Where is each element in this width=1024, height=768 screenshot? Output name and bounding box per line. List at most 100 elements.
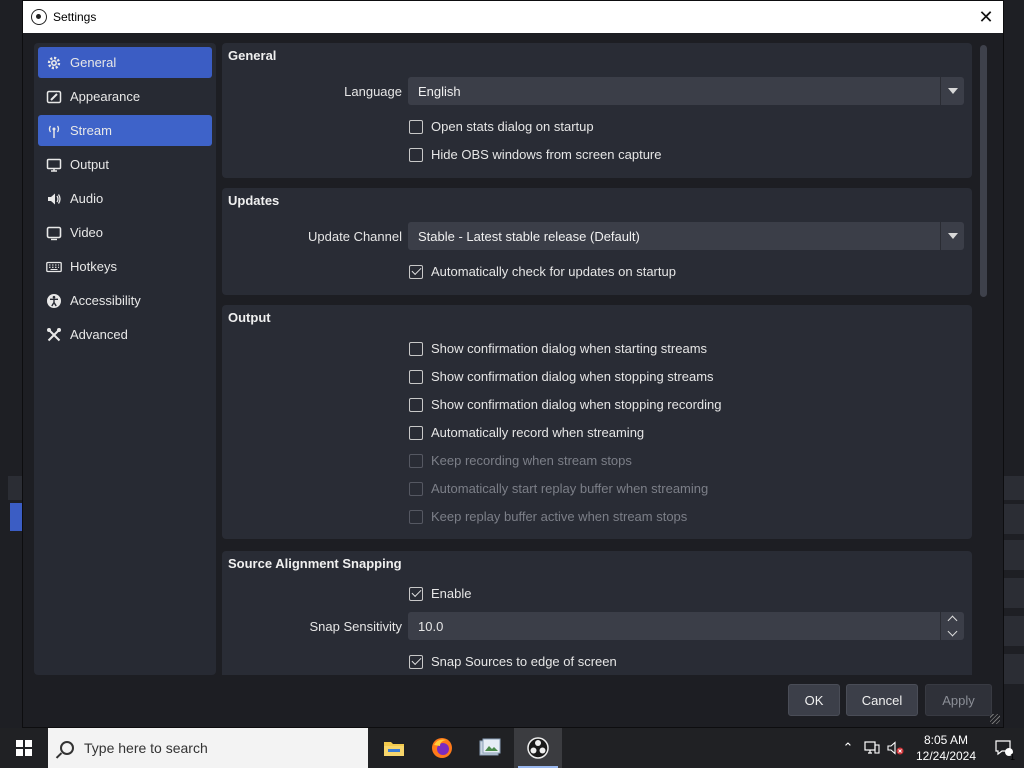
chevron-down-icon [940,77,964,105]
obs-main-window-right [1002,0,1024,728]
clock-time: 8:05 AM [923,733,969,747]
checkbox-box [409,119,423,134]
keep-replay-buffer-checkbox: Keep replay buffer active when stream st… [409,509,687,524]
checkbox-box [409,425,423,440]
photos-taskbar-button[interactable] [466,728,514,768]
firefox-taskbar-button[interactable] [418,728,466,768]
firefox-icon [432,738,452,758]
hide-obs-checkbox[interactable]: Hide OBS windows from screen capture [409,147,661,162]
update-channel-dropdown[interactable]: Stable - Latest stable release (Default) [408,222,964,250]
screen-icon [46,225,62,241]
auto-check-updates-checkbox[interactable]: Automatically check for updates on start… [409,264,676,279]
snap-sensitivity-value: 10.0 [418,618,444,634]
volume-muted-icon[interactable] [884,728,908,768]
sidebar-item-advanced[interactable]: Advanced [38,319,212,350]
checkbox-label: Show confirmation dialog when starting s… [431,341,708,356]
checkbox-label: Hide OBS windows from screen capture [431,147,662,162]
sidebar-item-label: Stream [70,123,112,138]
resize-grip-icon[interactable] [990,714,1000,724]
checkbox-label: Enable [431,586,472,601]
updates-group: Updates Update Channel Stable - Latest s… [222,188,972,295]
content-scrollbar[interactable] [979,43,989,675]
image-viewer-icon [479,738,501,756]
checkbox-label: Open stats dialog on startup [431,119,594,134]
network-icon[interactable] [860,728,884,768]
bg-panel-row [1004,616,1024,646]
checkbox-box [409,397,423,412]
bg-panel-row [1004,504,1024,534]
confirm-start-stream-checkbox[interactable]: Show confirmation dialog when starting s… [409,341,707,356]
speaker-icon [46,191,62,207]
obs-logo-icon [31,9,47,25]
clock-date: 12/24/2024 [915,749,977,763]
notification-count: 1 [1009,752,1015,762]
settings-content: General Language English Open stats dial… [220,43,975,675]
settings-dialog: Settings ✕ General Appearance Stream Out… [22,0,1004,728]
sidebar-item-appearance[interactable]: Appearance [38,81,212,112]
notification-center-button[interactable]: 1 [984,728,1024,768]
windows-logo-icon [16,740,32,756]
snap-edge-checkbox[interactable]: Snap Sources to edge of screen [409,654,617,669]
sidebar-item-stream[interactable]: Stream [38,115,212,146]
checkbox-box [409,369,423,384]
settings-sidebar: General Appearance Stream Output Audio V… [34,43,216,675]
sidebar-item-output[interactable]: Output [38,149,212,180]
general-group: General Language English Open stats dial… [222,43,972,178]
snapping-enable-checkbox[interactable]: Enable [409,586,471,601]
confirm-stop-stream-checkbox[interactable]: Show confirmation dialog when stopping s… [409,369,714,384]
search-placeholder: Type here to search [84,740,208,756]
windows-taskbar: Type here to search ⌃ 8:05 AM 12/24/2024… [0,728,1024,768]
sidebar-item-label: Accessibility [70,293,141,308]
checkbox-label: Automatically record when streaming [431,425,645,440]
sidebar-item-video[interactable]: Video [38,217,212,248]
chevron-down-icon [947,626,958,637]
start-button[interactable] [0,728,48,768]
keep-recording-checkbox: Keep recording when stream stops [409,453,632,468]
bg-panel-header-right [1004,476,1024,500]
appearance-icon [46,89,62,105]
dialog-titlebar: Settings ✕ [23,1,1003,33]
confirm-stop-recording-checkbox[interactable]: Show confirmation dialog when stopping r… [409,397,722,412]
obs-taskbar-button[interactable] [514,728,562,768]
open-stats-checkbox[interactable]: Open stats dialog on startup [409,119,594,134]
taskbar-search-box[interactable]: Type here to search [48,728,368,768]
obs-main-window-left [0,0,22,728]
checkbox-box [409,586,423,601]
ok-button[interactable]: OK [788,684,840,716]
bg-panel-row [1004,654,1024,684]
search-icon [60,741,74,755]
file-explorer-taskbar-button[interactable] [370,728,418,768]
antenna-icon [46,123,62,139]
apply-button: Apply [925,684,992,716]
checkbox-box [409,481,423,496]
obs-logo-icon [527,737,549,759]
update-channel-label: Update Channel [308,229,402,244]
taskbar-clock[interactable]: 8:05 AM 12/24/2024 [908,732,984,764]
checkbox-box [409,509,423,524]
chevron-up-icon [947,615,958,626]
spin-buttons[interactable] [940,612,964,640]
sidebar-item-general[interactable]: General [38,47,212,78]
gear-icon [46,55,62,71]
bg-selected-item [10,503,22,531]
dialog-title: Settings [53,10,97,24]
sidebar-item-label: Video [70,225,104,240]
sidebar-item-hotkeys[interactable]: Hotkeys [38,251,212,282]
snap-sensitivity-spinbox[interactable]: 10.0 [408,612,964,640]
checkbox-box [409,654,423,669]
sidebar-item-audio[interactable]: Audio [38,183,212,214]
checkbox-box [409,147,423,162]
language-dropdown[interactable]: English [408,77,964,105]
close-icon[interactable]: ✕ [969,1,1003,33]
accessibility-icon [46,293,62,309]
checkbox-label: Automatically start replay buffer when s… [431,481,709,496]
scrollbar-thumb[interactable] [980,45,987,297]
chevron-up-icon[interactable]: ⌃ [836,728,860,768]
auto-record-checkbox[interactable]: Automatically record when streaming [409,425,644,440]
sidebar-item-label: Advanced [70,327,128,342]
output-group: Output Show confirmation dialog when sta… [222,305,972,539]
checkbox-label: Automatically check for updates on start… [431,264,676,279]
sidebar-item-accessibility[interactable]: Accessibility [38,285,212,316]
cancel-button[interactable]: Cancel [846,684,918,716]
checkbox-box [409,264,423,279]
